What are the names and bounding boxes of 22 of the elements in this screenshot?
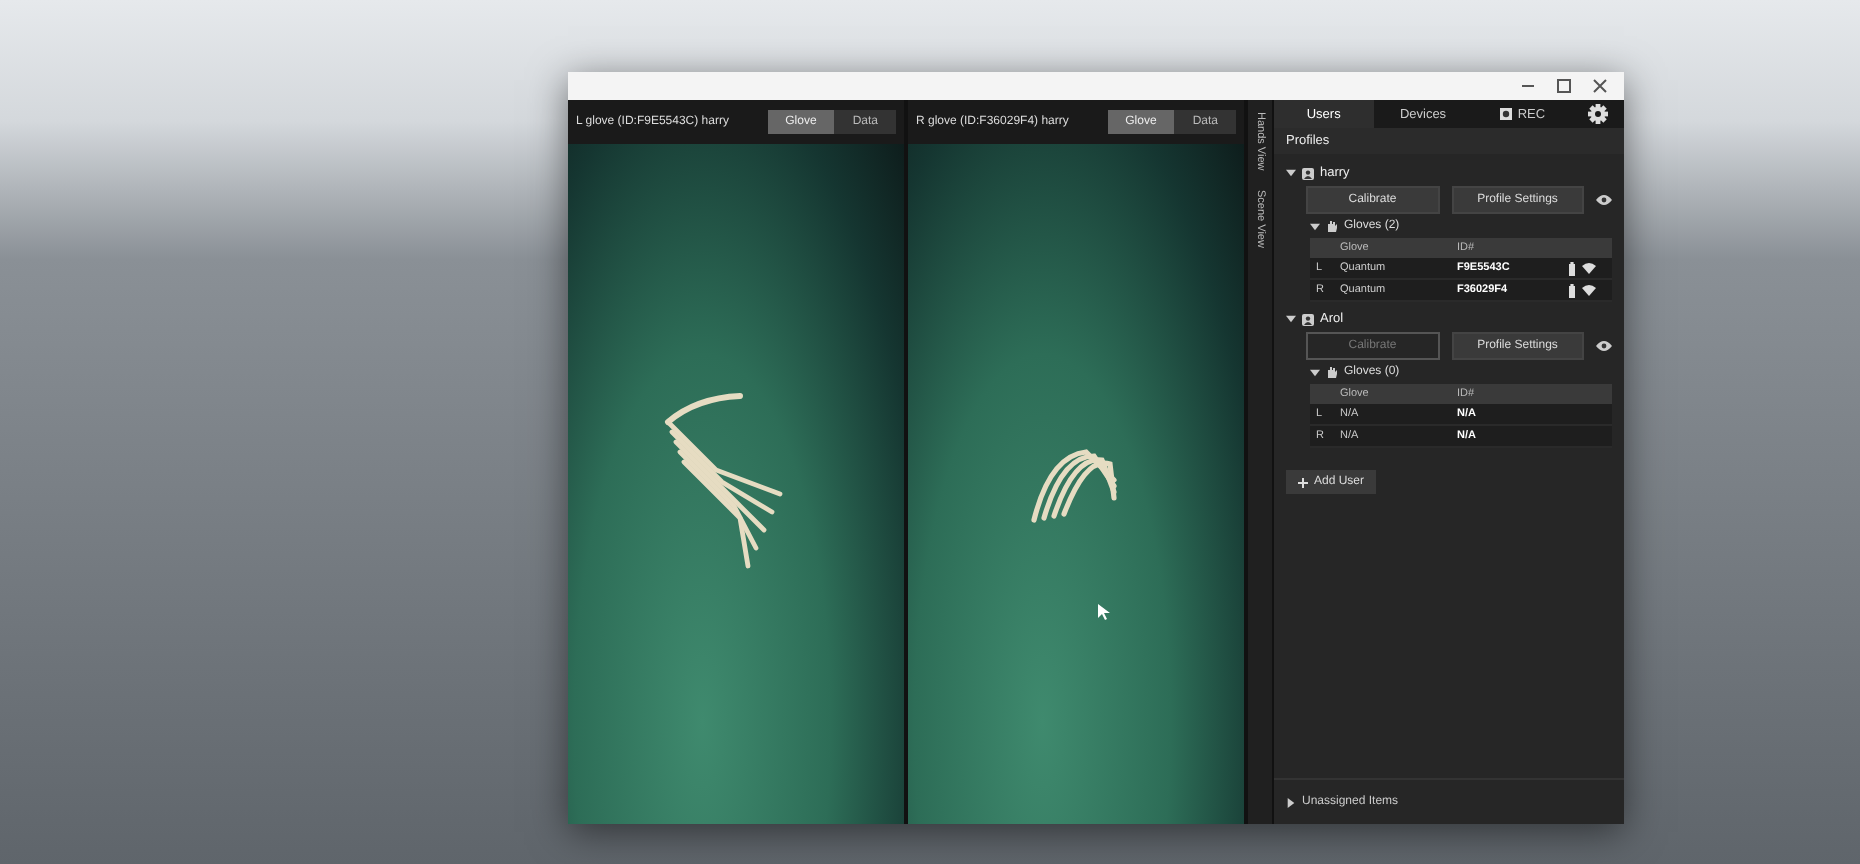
- caret-icon[interactable]: [1310, 367, 1320, 377]
- plus-icon: [1298, 477, 1308, 487]
- caret-icon[interactable]: [1286, 797, 1296, 807]
- close-icon[interactable]: [1592, 78, 1608, 94]
- table-header-cell: [1568, 384, 1612, 404]
- caret-icon[interactable]: [1286, 314, 1296, 324]
- table-header-cell: [1568, 238, 1612, 258]
- battery-icon: [1568, 261, 1576, 275]
- caret-icon[interactable]: [1310, 221, 1320, 231]
- user-icon: [1302, 313, 1314, 325]
- battery-icon: [1568, 283, 1576, 297]
- eye-icon[interactable]: [1596, 340, 1612, 352]
- caret-icon[interactable]: [1286, 168, 1296, 178]
- glove-icon: [1326, 220, 1338, 232]
- table-header-cell: [1310, 238, 1334, 258]
- user-icon: [1302, 167, 1314, 179]
- mouse-cursor-icon: [1098, 604, 1110, 620]
- glove-icon: [1326, 366, 1338, 378]
- table-header-cell: [1310, 384, 1334, 404]
- maximize-icon[interactable]: [1556, 78, 1572, 94]
- eye-icon[interactable]: [1596, 194, 1612, 206]
- record-icon: [1499, 108, 1512, 120]
